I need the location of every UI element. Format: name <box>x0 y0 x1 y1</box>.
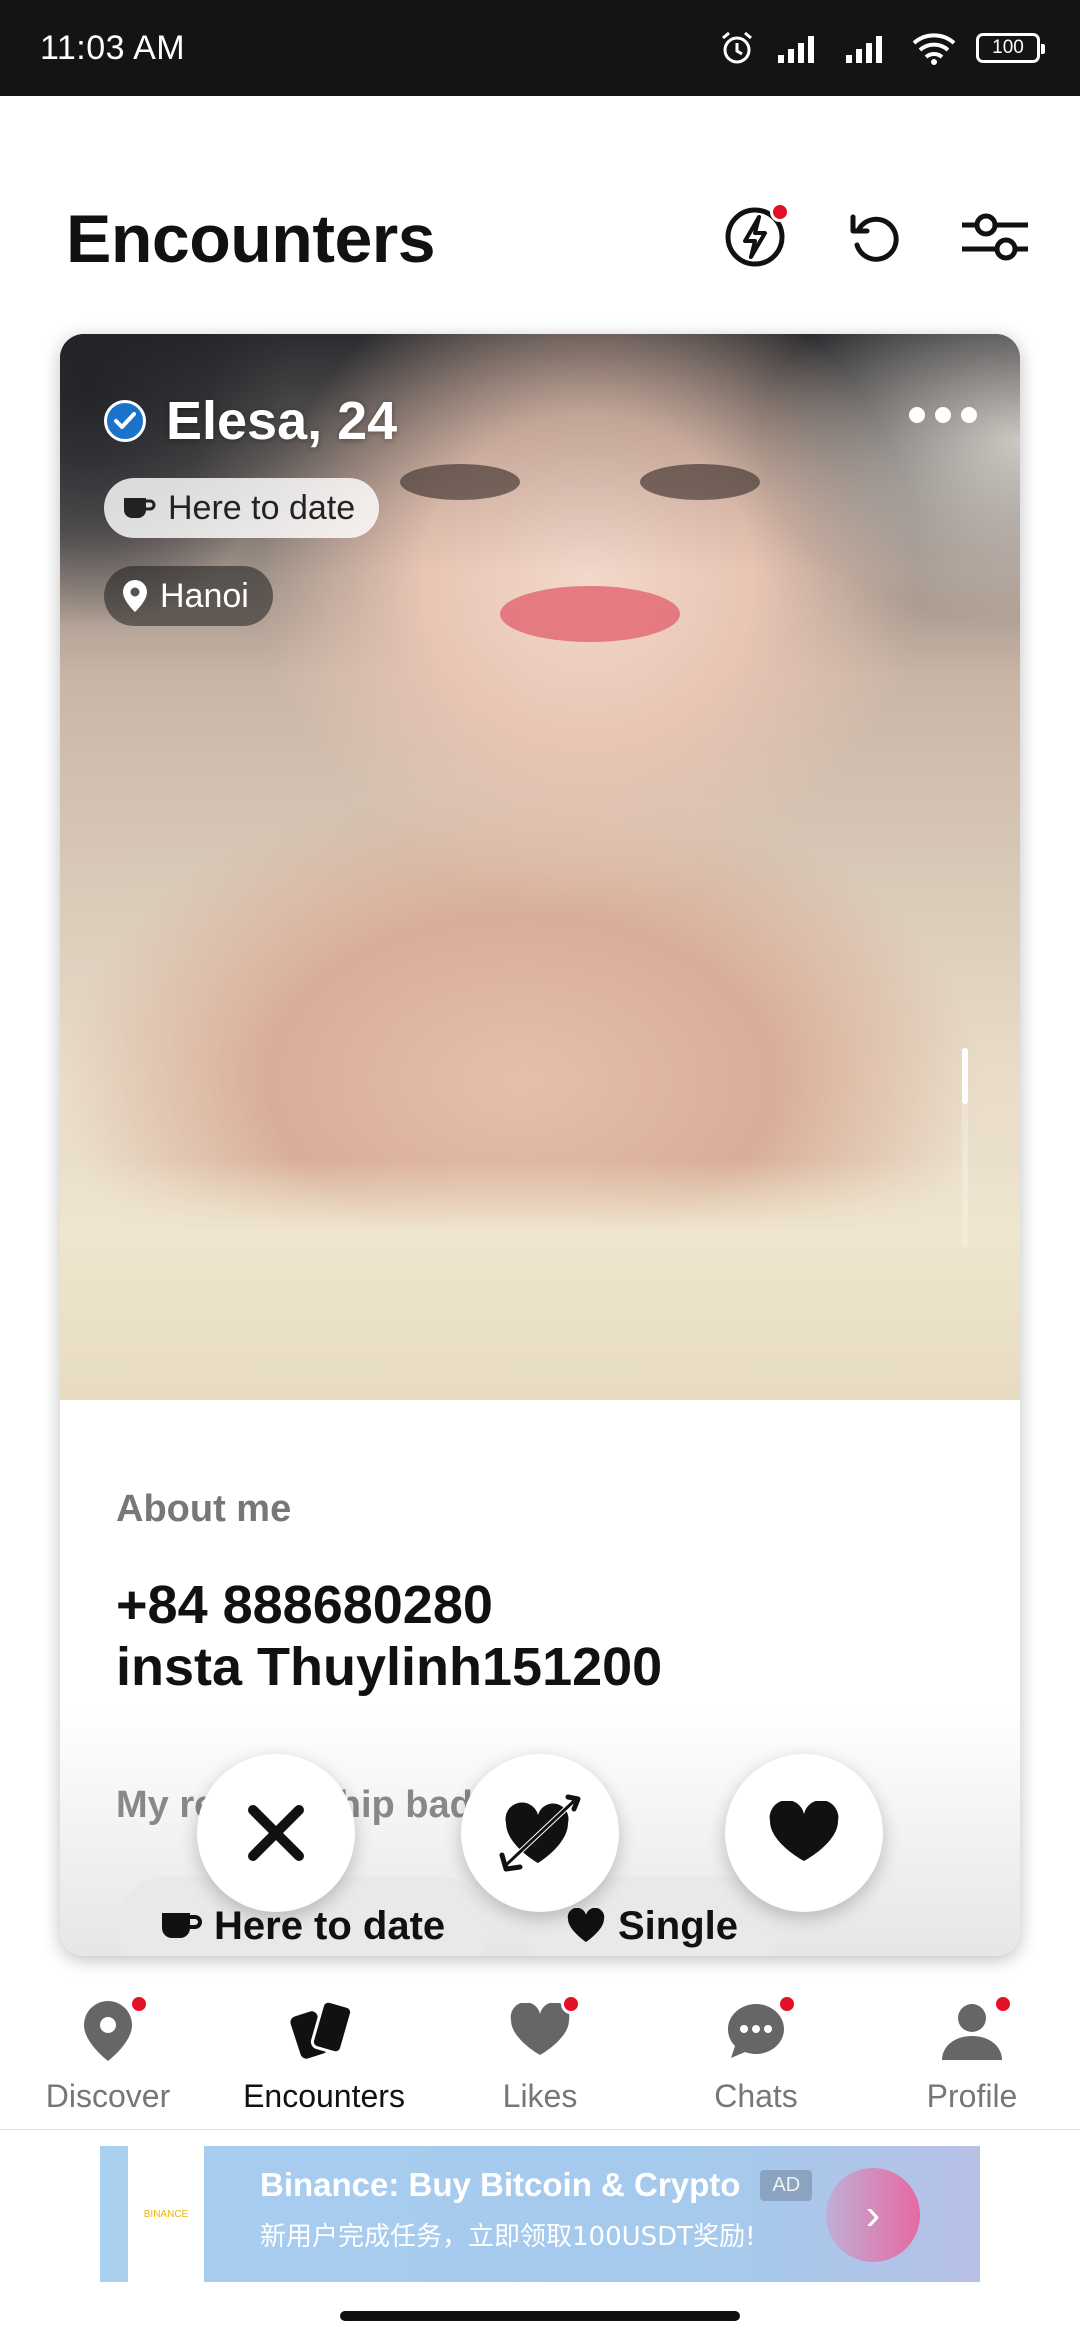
likes-notification-dot <box>561 1994 581 2014</box>
verified-badge-icon <box>104 400 146 442</box>
discover-notification-dot <box>129 1994 149 2014</box>
heart-icon <box>505 1994 581 2064</box>
battery-icon: 100 <box>976 33 1045 63</box>
nav-label: Discover <box>45 2078 171 2114</box>
page-title: Encounters <box>66 201 436 277</box>
heart-icon <box>567 1908 605 1942</box>
location-pill: Hanoi <box>104 566 273 626</box>
chat-bubble-icon <box>721 1994 797 2064</box>
profile-name-row: Elesa, 24 <box>104 390 397 452</box>
nav-likes[interactable]: Likes <box>432 1978 648 2129</box>
profile-notification-dot <box>993 1994 1013 2014</box>
map-pin-icon <box>73 1994 149 2064</box>
nav-profile[interactable]: Profile <box>864 1978 1080 2129</box>
photo-detail <box>60 1160 1020 1400</box>
ad-banner[interactable]: BINANCE Binance: Buy Bitcoin & Crypto AD… <box>100 2146 980 2282</box>
like-button[interactable] <box>725 1754 883 1912</box>
ad-logo-text: BINANCE <box>143 2208 189 2220</box>
nav-label: Likes <box>502 2078 578 2114</box>
profile-card[interactable]: Elesa, 24 Here to date Hanoi About me +8… <box>60 334 1020 1956</box>
crush-icon <box>499 1794 581 1872</box>
ad-logo: BINANCE <box>100 2146 204 2282</box>
signal-icon <box>846 36 882 63</box>
home-indicator[interactable] <box>340 2311 740 2321</box>
photo-scroll-thumb[interactable] <box>962 1048 968 1104</box>
crush-button[interactable] <box>461 1754 619 1912</box>
heart-icon <box>769 1801 839 1861</box>
wifi-icon <box>912 33 956 65</box>
cards-icon <box>289 1998 359 2064</box>
status-icons: 100 <box>718 29 1045 67</box>
badge-label: Single <box>618 1903 739 1948</box>
nav-label: Encounters <box>243 2078 405 2114</box>
location-label: Hanoi <box>160 576 249 615</box>
chats-notification-dot <box>777 1994 797 2014</box>
undo-button[interactable] <box>840 202 910 272</box>
location-pin-icon <box>123 580 147 612</box>
pass-icon <box>248 1805 304 1861</box>
pass-button[interactable] <box>197 1754 355 1912</box>
nav-chats[interactable]: Chats <box>648 1978 864 2129</box>
nav-encounters[interactable]: Encounters <box>216 1978 432 2129</box>
badge-label: Here to date <box>214 1903 446 1948</box>
undo-icon <box>850 214 899 262</box>
photo-shade <box>60 334 1020 574</box>
about-heading: About me <box>116 1488 292 1530</box>
profile-name-age: Elesa, 24 <box>166 391 398 451</box>
ad-body[interactable]: Binance: Buy Bitcoin & Crypto AD 新用户完成任务… <box>204 2146 980 2282</box>
boost-notification-dot <box>770 202 790 222</box>
boost-button[interactable] <box>720 202 790 272</box>
ad-tag: AD <box>760 2169 813 2201</box>
nav-discover[interactable]: Discover <box>0 1978 216 2129</box>
more-options-icon[interactable] <box>906 400 980 430</box>
alarm-icon <box>722 31 752 64</box>
ad-title: Binance: Buy Bitcoin & Crypto <box>260 2166 741 2203</box>
coffee-cup-icon <box>162 1913 202 1938</box>
battery-level: 100 <box>992 37 1024 58</box>
header: Encounters <box>0 190 1080 290</box>
status-time: 11:03 AM <box>40 28 186 67</box>
nav-label: Profile <box>926 2078 1018 2114</box>
header-actions <box>720 202 1030 272</box>
filter-button[interactable] <box>960 202 1030 272</box>
coffee-cup-icon <box>124 498 156 518</box>
signal-icon <box>778 36 814 63</box>
about-text: +84 888680280 insta Thuylinh151200 <box>116 1575 663 1697</box>
chevron-right-icon[interactable]: › <box>826 2168 920 2262</box>
filter-icon <box>962 213 1028 261</box>
bottom-nav: Discover Encounters Likes Chats Profile <box>0 1978 1080 2130</box>
photo-detail <box>500 586 680 642</box>
person-icon <box>937 1994 1013 2064</box>
intent-label: Here to date <box>168 488 356 527</box>
nav-label: Chats <box>714 2078 798 2114</box>
profile-photo[interactable]: Elesa, 24 Here to date Hanoi <box>60 334 1020 1400</box>
status-bar: 11:03 AM 100 <box>0 0 1080 96</box>
intent-pill: Here to date <box>104 478 380 538</box>
